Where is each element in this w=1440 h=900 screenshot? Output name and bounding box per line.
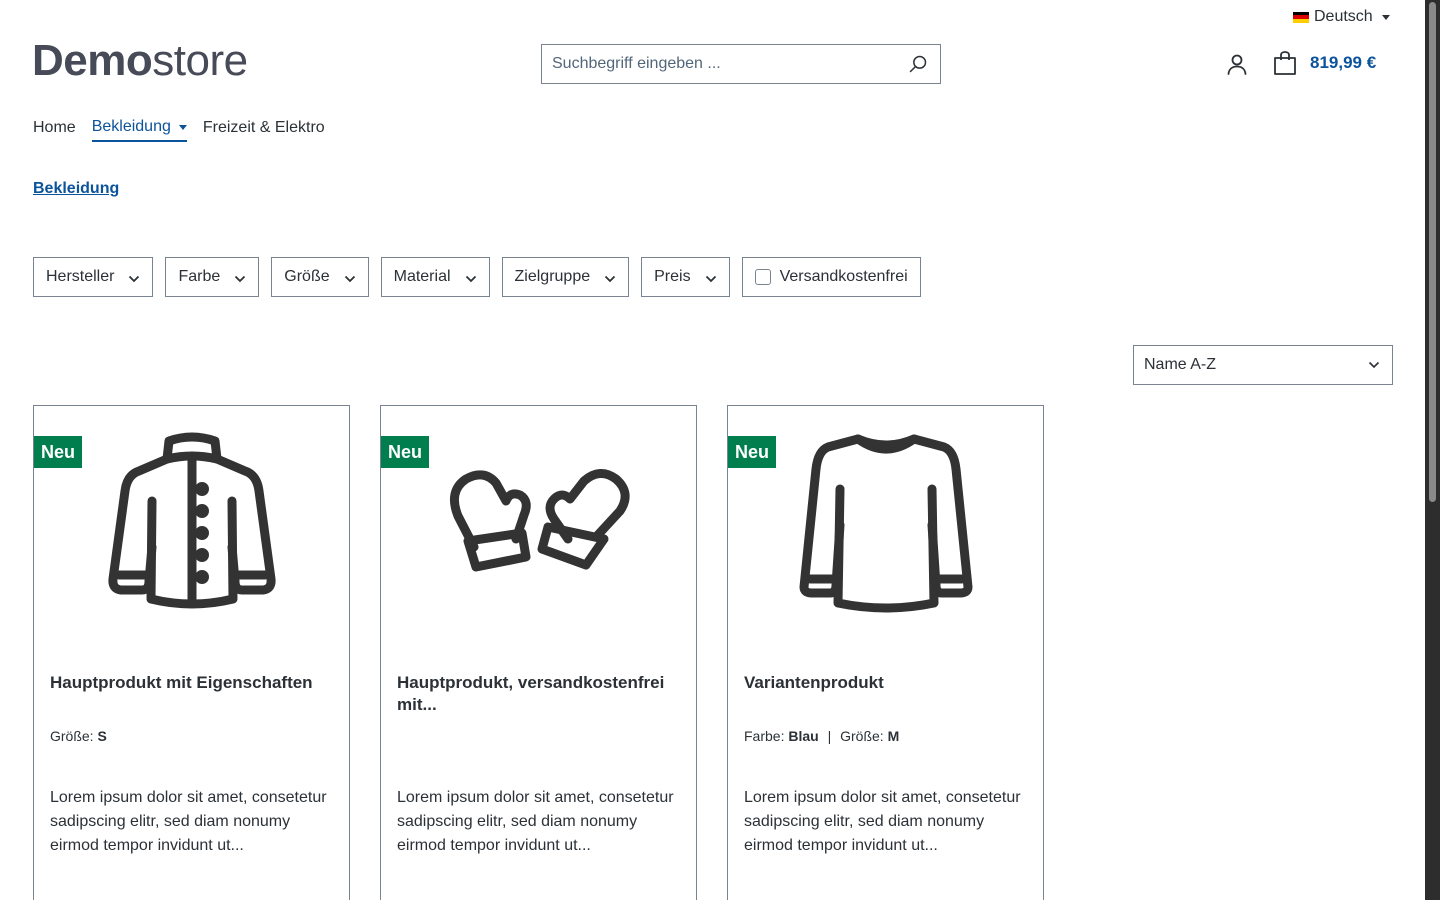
breadcrumb[interactable]: Bekleidung [33,180,119,198]
property-key: Farbe: [744,728,785,744]
nav-item-label: Home [33,119,76,136]
filter-label: Farbe [178,268,221,285]
german-flag-icon [1293,11,1309,23]
product-title[interactable]: Hauptprodukt, versandkostenfrei mit... [397,672,682,716]
product-listing: Neu Hauptprodukt mit Eigenschaften Größe… [33,405,1074,900]
user-icon [1227,54,1247,75]
filter-label: Hersteller [46,268,115,285]
main-navigation: Home Bekleidung Freizeit & Elektro [33,118,341,142]
property-value: Blau [788,728,819,744]
filter-groesse[interactable]: Größe [271,257,369,297]
shopping-bag-icon [1274,51,1296,75]
search-form [541,44,941,84]
product-description: Lorem ipsum dolor sit amet, consetetur s… [744,789,1021,854]
filter-panel: Hersteller Farbe Größe Material Zielgrup… [33,257,921,297]
cart-button[interactable]: 819,99 € [1272,50,1376,76]
scrollbar-thumb[interactable] [1429,2,1436,502]
caret-down-icon [1381,14,1390,20]
product-description: Lorem ipsum dolor sit amet, consetetur s… [397,789,674,854]
language-label: Deutsch [1314,8,1373,25]
search-button[interactable] [896,45,940,83]
store-logo[interactable]: Demostore [32,36,248,86]
nav-item-label: Bekleidung [91,118,171,135]
chevron-down-icon [129,275,140,282]
property-key: Größe: [840,728,884,744]
product-title[interactable]: Hauptprodukt mit Eigenschaften [50,672,335,694]
logo-bold: Demo [32,36,153,85]
nav-item-freizeit-elektro[interactable]: Freizeit & Elektro [203,118,325,142]
property-value: M [887,728,900,744]
product-properties: Größe: S [50,728,107,744]
caret-down-icon [178,124,187,130]
cart-total: 819,99 € [1310,53,1377,72]
nav-item-bekleidung[interactable]: Bekleidung [91,118,187,142]
sorting-selected: Name A-Z [1144,356,1217,373]
chevron-down-icon [235,275,246,282]
language-switch[interactable]: Deutsch [1293,8,1390,26]
filter-hersteller[interactable]: Hersteller [33,257,154,297]
filter-label: Preis [654,268,691,285]
filter-label: Material [393,268,451,285]
product-image[interactable] [92,426,292,616]
filter-label: Größe [284,268,330,285]
sorting-select[interactable]: Name A-Z [1133,345,1393,385]
nav-item-home[interactable]: Home [33,118,76,142]
sweater-icon [799,434,972,612]
chevron-down-icon [465,275,476,282]
jacket-icon [107,432,276,608]
product-image[interactable] [786,426,986,616]
filter-preis[interactable]: Preis [641,257,730,297]
new-badge: Neu [34,436,83,468]
product-card: Neu Hauptprodukt, versandkostenfrei mit.… [380,405,697,900]
chevron-down-icon [705,275,716,282]
filter-zielgruppe[interactable]: Zielgruppe [501,257,630,297]
filter-versandkostenfrei[interactable]: Versandkostenfrei [741,257,921,297]
shipping-free-checkbox[interactable] [754,269,771,285]
property-key: Größe: [50,728,94,744]
product-card: Neu Variantenprodukt Farbe: Blau | Größe… [727,405,1044,900]
product-image[interactable] [439,426,639,616]
chevron-down-icon [1368,361,1380,369]
search-icon [909,55,927,73]
new-badge: Neu [728,436,777,468]
filter-material[interactable]: Material [380,257,490,297]
logo-light: store [152,36,248,85]
mittens-icon [449,469,630,572]
search-input[interactable] [542,45,896,83]
filter-label: Zielgruppe [514,268,591,285]
filter-farbe[interactable]: Farbe [165,257,260,297]
product-properties: Farbe: Blau | Größe: M [744,728,899,744]
filter-label: Versandkostenfrei [779,268,908,285]
new-badge: Neu [381,436,430,468]
page-scrollbar[interactable] [1425,0,1440,900]
account-button[interactable] [1225,52,1249,76]
chevron-down-icon [604,275,616,282]
property-separator: | [827,728,832,744]
product-title[interactable]: Variantenprodukt [744,672,1029,694]
product-description: Lorem ipsum dolor sit amet, consetetur s… [50,789,327,854]
property-value: S [97,728,107,744]
nav-item-label: Freizeit & Elektro [202,119,325,136]
chevron-down-icon [344,275,355,282]
product-card: Neu Hauptprodukt mit Eigenschaften Größe… [33,405,350,900]
